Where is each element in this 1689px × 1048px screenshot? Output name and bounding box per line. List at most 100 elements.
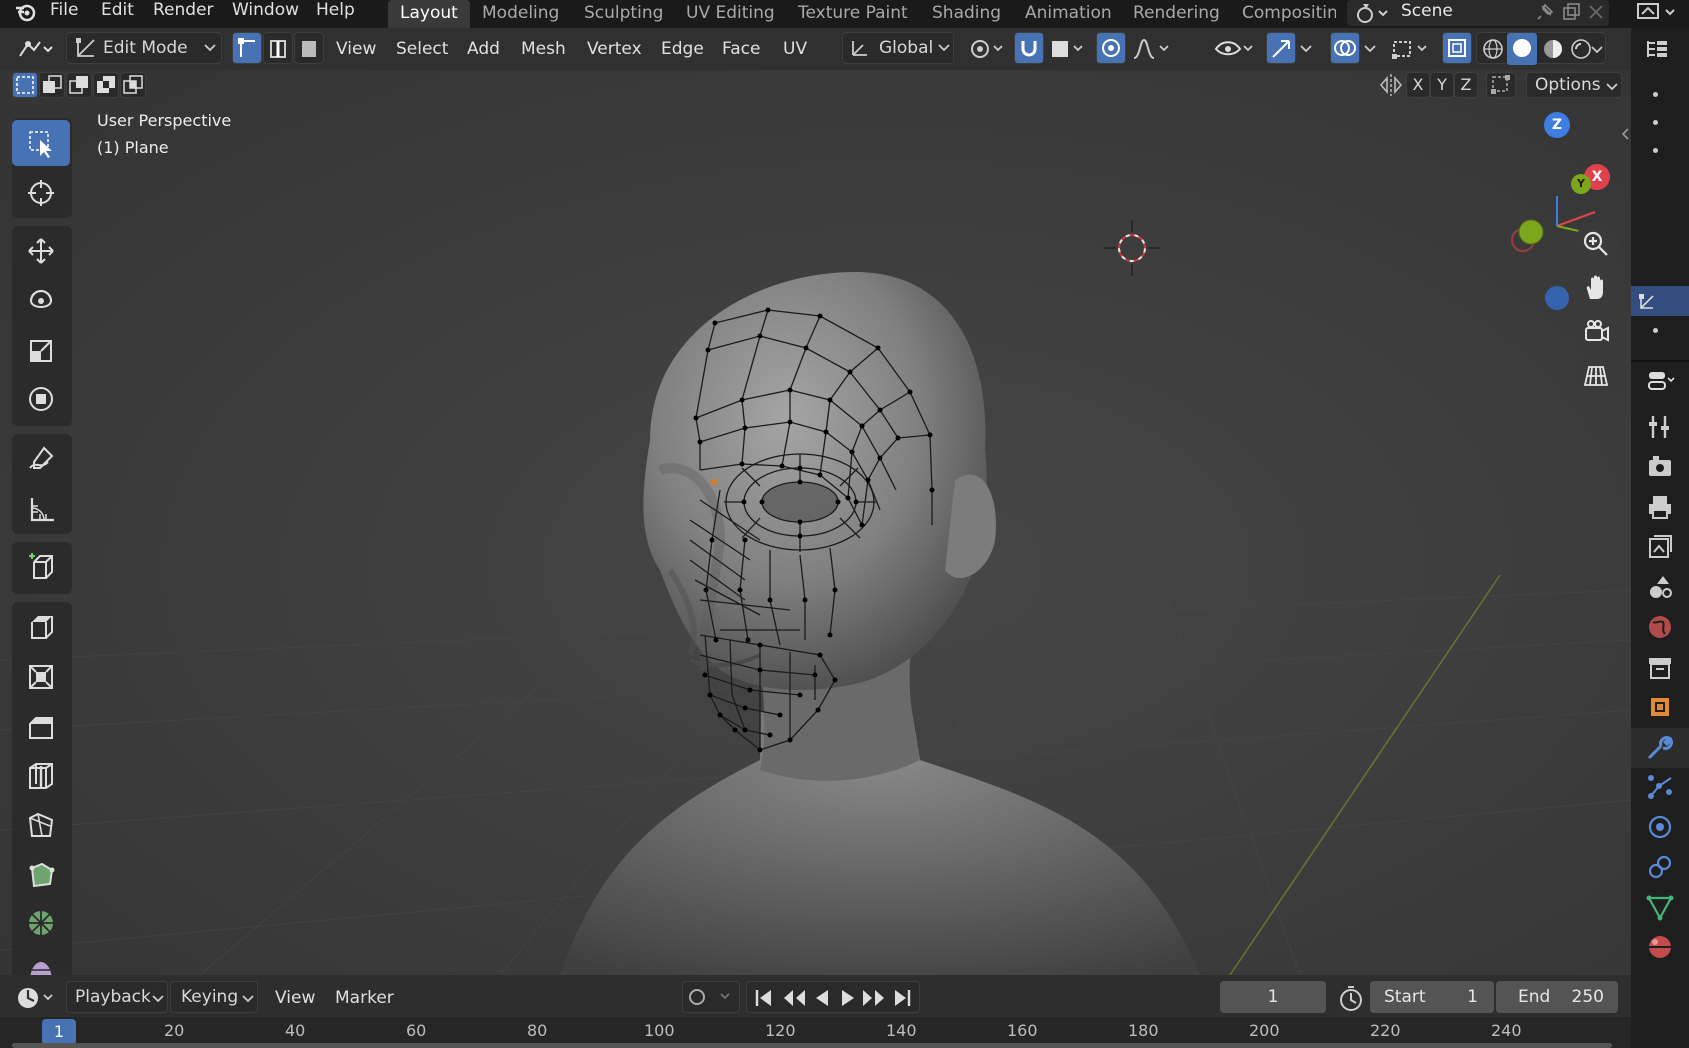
zoom-icon[interactable] xyxy=(1574,222,1618,266)
overlays-toggle-button[interactable] xyxy=(1330,32,1360,64)
outliner-selected-row[interactable] xyxy=(1631,286,1689,316)
tab-layout[interactable]: Layout xyxy=(388,0,470,28)
menu-window[interactable]: Window xyxy=(232,0,299,24)
timeline-view-menu[interactable]: View xyxy=(275,983,315,1013)
extrude-tool[interactable] xyxy=(12,604,70,650)
close-icon[interactable] xyxy=(1587,2,1605,27)
pin-icon[interactable] xyxy=(1535,2,1555,27)
gizmo-toggle-button[interactable] xyxy=(1266,32,1296,64)
transform-tool[interactable] xyxy=(12,376,70,422)
collection-properties-icon[interactable] xyxy=(1645,652,1675,682)
tool-settings-icon[interactable] xyxy=(1645,412,1675,442)
timeline-marker-menu[interactable]: Marker xyxy=(335,983,394,1013)
outliner-icon[interactable] xyxy=(1645,34,1675,64)
data-properties-icon[interactable] xyxy=(1645,892,1675,922)
pivot-point-icon[interactable] xyxy=(966,34,1008,64)
menu-file[interactable]: File xyxy=(50,0,78,24)
play-reverse-icon[interactable] xyxy=(811,987,833,1014)
tab-shading[interactable]: Shading xyxy=(920,0,1013,28)
sidebar-toggle-icon[interactable] xyxy=(1620,126,1630,147)
properties-editor-icon[interactable] xyxy=(1645,366,1675,396)
modifier-properties-tab[interactable] xyxy=(1631,728,1689,768)
playhead-frame-indicator[interactable]: 1 xyxy=(42,1019,76,1045)
chevron-down-icon[interactable] xyxy=(1298,34,1318,64)
inset-tool[interactable] xyxy=(12,654,70,700)
material-shading-icon[interactable] xyxy=(1541,37,1565,66)
bevel-tool[interactable] xyxy=(12,704,70,750)
tab-uv-editing[interactable]: UV Editing xyxy=(674,0,787,28)
select-difference-button[interactable] xyxy=(93,72,119,98)
face-select-mode-button[interactable] xyxy=(294,32,324,64)
snap-target-icon[interactable] xyxy=(1048,34,1088,64)
camera-view-icon[interactable] xyxy=(1574,310,1618,354)
tab-compositing[interactable]: Compositin xyxy=(1230,0,1336,28)
start-frame-field[interactable]: Start 1 xyxy=(1370,981,1494,1013)
view-layer-icon[interactable] xyxy=(1632,0,1684,26)
timeline-editor-type-icon[interactable] xyxy=(14,983,58,1013)
vertex-select-mode-button[interactable] xyxy=(232,32,262,64)
edge-select-mode-button[interactable] xyxy=(263,32,293,64)
new-scene-icon[interactable] xyxy=(1561,2,1581,27)
options-dropdown[interactable]: Options xyxy=(1526,72,1622,98)
menu-vertex[interactable]: Vertex xyxy=(587,34,642,64)
outliner-dot[interactable] xyxy=(1653,148,1658,153)
tab-sculpting[interactable]: Sculpting xyxy=(572,0,675,28)
blender-logo-icon[interactable] xyxy=(14,2,38,26)
tab-rendering[interactable]: Rendering xyxy=(1121,0,1232,28)
proportional-editing-button[interactable] xyxy=(1096,32,1126,64)
pan-hand-icon[interactable] xyxy=(1574,266,1618,310)
object-properties-icon[interactable] xyxy=(1645,692,1675,722)
mode-selector[interactable]: Edit Mode xyxy=(66,32,222,64)
transform-orientation-selector[interactable]: Global xyxy=(842,32,954,64)
timeline-scrollbar[interactable] xyxy=(12,1043,1612,1048)
mirror-icon[interactable] xyxy=(1376,70,1408,100)
menu-mesh[interactable]: Mesh xyxy=(521,34,566,64)
select-intersect-button[interactable] xyxy=(120,72,146,98)
menu-help[interactable]: Help xyxy=(316,0,355,24)
outliner-dot[interactable] xyxy=(1653,92,1658,97)
knife-tool[interactable] xyxy=(12,802,70,848)
editor-type-icon[interactable] xyxy=(14,34,56,64)
outliner-dot[interactable] xyxy=(1653,328,1658,333)
add-cube-tool[interactable] xyxy=(12,544,70,590)
menu-view[interactable]: View xyxy=(336,34,376,64)
end-frame-field[interactable]: End 250 xyxy=(1496,981,1618,1013)
menu-face[interactable]: Face xyxy=(722,34,760,64)
falloff-curve-icon[interactable] xyxy=(1130,34,1174,64)
auto-merge-icon[interactable] xyxy=(1486,72,1516,98)
chevron-down-icon[interactable] xyxy=(1362,34,1382,64)
physics-properties-icon[interactable] xyxy=(1645,812,1675,842)
3d-viewport[interactable]: User Perspective (1) Plane Z X Y X Y Z O… xyxy=(0,70,1631,975)
select-new-button[interactable] xyxy=(12,72,38,98)
chevron-down-icon[interactable] xyxy=(1589,37,1605,66)
loop-cut-tool[interactable] xyxy=(12,752,70,798)
output-properties-icon[interactable] xyxy=(1645,492,1675,522)
poly-build-tool[interactable] xyxy=(12,852,70,898)
mirror-y-toggle[interactable]: Y xyxy=(1430,72,1454,98)
menu-edit[interactable]: Edit xyxy=(101,0,134,24)
tab-texture-paint[interactable]: Texture Paint xyxy=(786,0,920,28)
play-icon[interactable] xyxy=(837,987,859,1014)
perspective-grid-icon[interactable] xyxy=(1574,354,1618,398)
keying-menu[interactable]: Keying xyxy=(170,981,258,1013)
move-tool[interactable] xyxy=(12,228,70,274)
mirror-z-toggle[interactable]: Z xyxy=(1454,72,1478,98)
auto-keying-toggle[interactable] xyxy=(682,981,740,1013)
scene-properties-icon[interactable] xyxy=(1645,572,1675,602)
tab-modeling[interactable]: Modeling xyxy=(470,0,571,28)
select-subtract-button[interactable] xyxy=(66,72,92,98)
jump-to-end-icon[interactable] xyxy=(891,987,913,1014)
snap-toggle-button[interactable] xyxy=(1014,32,1044,64)
mirror-x-toggle[interactable]: X xyxy=(1406,72,1430,98)
jump-to-start-icon[interactable] xyxy=(753,987,775,1014)
render-properties-icon[interactable] xyxy=(1645,452,1675,482)
constraints-properties-icon[interactable] xyxy=(1645,852,1675,882)
annotate-tool[interactable] xyxy=(12,436,70,482)
world-properties-icon[interactable] xyxy=(1645,612,1675,642)
menu-edge[interactable]: Edge xyxy=(661,34,704,64)
scene-selector[interactable]: Scene xyxy=(1347,0,1609,26)
outliner-dot[interactable] xyxy=(1653,120,1658,125)
select-box-tool[interactable] xyxy=(12,120,70,166)
visibility-eye-icon[interactable] xyxy=(1212,34,1256,64)
solid-shading-button[interactable] xyxy=(1507,33,1537,65)
